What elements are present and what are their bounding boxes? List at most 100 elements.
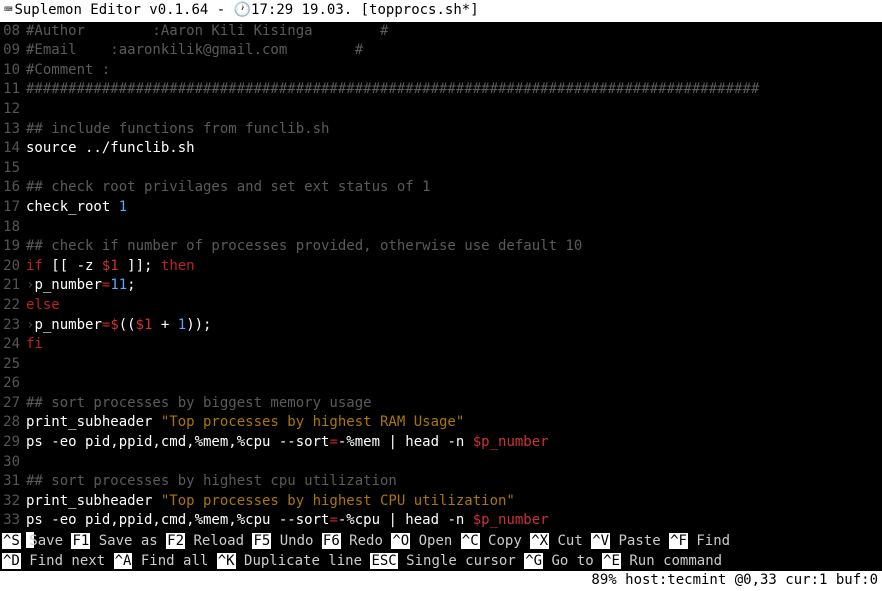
token-normal: check_root (26, 199, 119, 215)
code-line[interactable]: 14source ../funclib.sh (0, 139, 882, 159)
line-content[interactable]: ## check if number of processes provided… (26, 237, 882, 257)
line-content[interactable]: ›p_number=11; (26, 276, 882, 296)
code-line[interactable]: 32print_subheader "Top processes by high… (0, 492, 882, 512)
shortcut-key: ^D (2, 553, 21, 569)
code-line[interactable]: 11######################################… (0, 80, 882, 100)
shortcut-key: ^O (391, 533, 410, 549)
token-comment: ## include functions from funclib.sh (26, 121, 329, 137)
line-content[interactable]: check_root 1 (26, 198, 882, 218)
line-number: 12 (0, 100, 26, 120)
token-keyword: fi (26, 336, 43, 352)
line-content[interactable]: print_subheader "Top processes by highes… (26, 492, 882, 512)
shortcut-label: Copy (480, 533, 531, 549)
line-content[interactable]: else (26, 296, 882, 316)
line-content[interactable]: ## sort processes by biggest memory usag… (26, 394, 882, 414)
code-line[interactable]: 15 (0, 159, 882, 179)
token-normal: ps -eo pid,ppid,cmd,%mem,%cpu --sort (26, 434, 329, 450)
shortcut-label: Single cursor (398, 553, 524, 569)
line-content[interactable]: ## include functions from funclib.sh (26, 120, 882, 140)
shortcut-label: Paste (610, 533, 669, 549)
line-content[interactable]: #Comment : (26, 61, 882, 81)
code-line[interactable]: 26 (0, 374, 882, 394)
line-number: 27 (0, 394, 26, 414)
token-string: "Top processes by highest CPU utilizatio… (161, 493, 515, 509)
line-content[interactable] (26, 100, 882, 120)
code-line[interactable]: 30 (0, 453, 882, 473)
line-content[interactable]: ## check root privilages and set ext sta… (26, 178, 882, 198)
token-variable: $1 (102, 258, 119, 274)
line-content[interactable]: ›p_number=$(($1 + 1)); (26, 316, 882, 336)
shortcut-key: F5 (252, 533, 271, 549)
shortcut-label: Cut (549, 533, 591, 549)
token-comment: ## check root privilages and set ext sta… (26, 179, 431, 195)
line-number: 14 (0, 139, 26, 159)
shortcut-label: Find (688, 533, 739, 549)
shortcut-label: Find all (132, 553, 216, 569)
shortcuts-row: ^S Save F1 Save as F2 Reload F5 Undo F6 … (0, 532, 882, 552)
shortcut-key: ^X (530, 533, 549, 549)
line-content[interactable]: source ../funclib.sh (26, 139, 882, 159)
line-number: 31 (0, 472, 26, 492)
line-number: 24 (0, 335, 26, 355)
code-line[interactable]: 19## check if number of processes provid… (0, 237, 882, 257)
token-comment: ## check if number of processes provided… (26, 238, 582, 254)
code-line[interactable]: 17check_root 1 (0, 198, 882, 218)
code-line[interactable]: 33ps -eo pid,ppid,cmd,%mem,%cpu --sort=-… (0, 511, 882, 531)
code-line[interactable]: 18 (0, 218, 882, 238)
line-number: 25 (0, 355, 26, 375)
code-line[interactable]: 28print_subheader "Top processes by high… (0, 413, 882, 433)
line-content[interactable] (26, 355, 882, 375)
line-content[interactable] (26, 374, 882, 394)
code-line[interactable]: 20if [[ -z $1 ]]; then (0, 257, 882, 277)
token-normal: p_number (34, 317, 101, 333)
code-line[interactable]: 27## sort processes by biggest memory us… (0, 394, 882, 414)
token-normal: [[ -z (43, 258, 102, 274)
token-string: "Top processes by highest RAM Usage" (161, 414, 464, 430)
line-content[interactable]: print_subheader "Top processes by highes… (26, 413, 882, 433)
code-line[interactable]: 23›p_number=$(($1 + 1)); (0, 316, 882, 336)
code-line[interactable]: 22else (0, 296, 882, 316)
code-line[interactable]: 12 (0, 100, 882, 120)
line-number: 18 (0, 218, 26, 238)
line-content[interactable]: ## sort processes by highest cpu utiliza… (26, 472, 882, 492)
token-number: 1 (178, 317, 186, 333)
shortcut-label: Save (21, 533, 72, 549)
token-comment: #Comment : (26, 62, 110, 78)
line-content[interactable] (26, 159, 882, 179)
line-content[interactable] (26, 453, 882, 473)
app-icon: ⌨ (4, 1, 12, 21)
code-line[interactable]: 21›p_number=11; (0, 276, 882, 296)
code-line[interactable]: 31## sort processes by highest cpu utili… (0, 472, 882, 492)
line-content[interactable]: #Author :Aaron Kili Kisinga # (26, 22, 882, 42)
header-bar: ⌨Suplemon Editor v0.1.64 - 🕐17:29 19.03.… (0, 0, 882, 22)
code-line[interactable]: 08#Author :Aaron Kili Kisinga # (0, 22, 882, 42)
token-keyword: else (26, 297, 60, 313)
line-content[interactable] (26, 218, 882, 238)
line-number: 11 (0, 80, 26, 100)
shortcut-key: ^G (524, 553, 543, 569)
line-content[interactable]: if [[ -z $1 ]]; then (26, 257, 882, 277)
token-normal: p_number (34, 277, 101, 293)
line-content[interactable]: #Email :aaronkilik@gmail.com # (26, 41, 882, 61)
code-line[interactable]: 25 (0, 355, 882, 375)
code-line[interactable]: 10#Comment : (0, 61, 882, 81)
token-variable: $ (110, 317, 118, 333)
shortcut-key: ^K (217, 553, 236, 569)
code-line[interactable]: 13## include functions from funclib.sh (0, 120, 882, 140)
token-normal: )); (186, 317, 211, 333)
line-content[interactable]: fi (26, 335, 882, 355)
line-content[interactable]: ps -eo pid,ppid,cmd,%mem,%cpu --sort=-%c… (26, 511, 882, 531)
shortcut-label: Go to (543, 553, 602, 569)
code-line[interactable]: 09#Email :aaronkilik@gmail.com # (0, 41, 882, 61)
shortcut-key: ^S (2, 533, 21, 549)
token-normal: (( (119, 317, 136, 333)
editor-area[interactable]: 08#Author :Aaron Kili Kisinga #09#Email … (0, 22, 882, 551)
line-content[interactable]: ########################################… (26, 80, 882, 100)
code-line[interactable]: 24fi (0, 335, 882, 355)
token-normal: + (152, 317, 177, 333)
token-number: 1 (119, 199, 127, 215)
shortcut-label: Open (410, 533, 461, 549)
line-content[interactable]: ps -eo pid,ppid,cmd,%mem,%cpu --sort=-%m… (26, 433, 882, 453)
code-line[interactable]: 29ps -eo pid,ppid,cmd,%mem,%cpu --sort=-… (0, 433, 882, 453)
code-line[interactable]: 16## check root privilages and set ext s… (0, 178, 882, 198)
